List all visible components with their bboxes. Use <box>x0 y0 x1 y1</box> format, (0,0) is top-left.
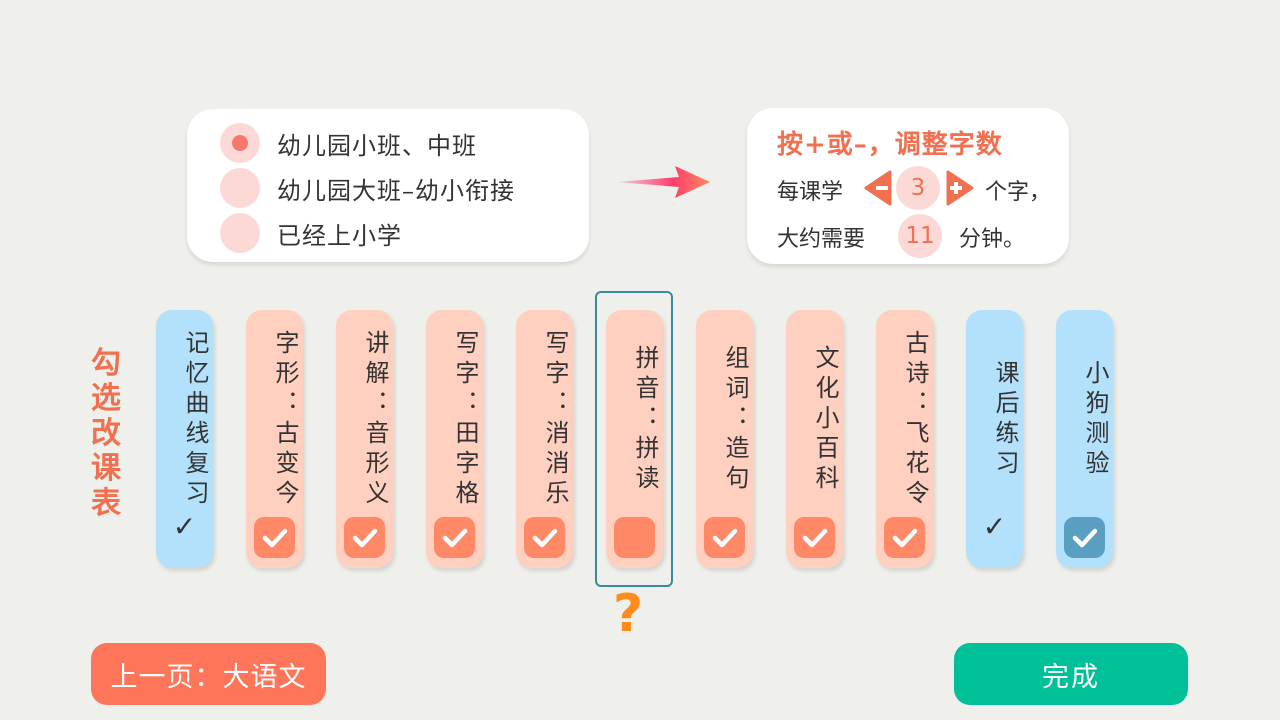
module-6[interactable]: 拼音：拼读 <box>606 310 663 568</box>
module-label: 讲解：音形义 <box>361 330 389 510</box>
module-label: 拼音：拼读 <box>631 345 659 495</box>
word-count-card: 按+或–，调整字数 每课学 3 个字， 大约需要 11 分钟。 <box>747 108 1069 264</box>
time-prefix: 大约需要 <box>777 227 866 252</box>
tick-icon: ✓ <box>172 510 197 543</box>
module-1[interactable]: 记忆曲线复习 ✓ <box>156 310 213 568</box>
time-suffix: 分钟。 <box>959 227 1026 252</box>
checkbox-unchecked[interactable] <box>614 517 655 558</box>
checkbox-checked[interactable] <box>434 517 475 558</box>
customize-schedule-label: 勾选改课表 <box>91 346 121 521</box>
checkbox-checked[interactable] <box>1064 517 1105 558</box>
module-label: 记忆曲线复习 <box>181 330 209 510</box>
module-label: 写字：消消乐 <box>541 330 569 510</box>
module-9[interactable]: 古诗：飞花令 <box>876 310 933 568</box>
level-option-3[interactable]: 已经上小学 <box>220 213 402 253</box>
checkbox-checked[interactable] <box>704 517 745 558</box>
level-label-3: 已经上小学 <box>277 221 402 250</box>
module-11[interactable]: 小狗测验 <box>1056 310 1113 568</box>
level-selection-card: 幼儿园小班、中班 幼儿园大班–幼小衔接 已经上小学 <box>187 109 589 262</box>
tick-icon: ✓ <box>982 510 1007 543</box>
module-10[interactable]: 课后练习 ✓ <box>966 310 1023 568</box>
check-icon <box>532 527 558 549</box>
module-5[interactable]: 写字：消消乐 <box>516 310 573 568</box>
count-prefix: 每课学 <box>777 180 844 205</box>
module-label: 小狗测验 <box>1081 360 1109 480</box>
level-radio-2[interactable] <box>220 168 260 208</box>
count-title: 按+或–，调整字数 <box>777 130 1003 160</box>
module-label: 字形：古变今 <box>271 330 299 510</box>
module-label: 古诗：飞花令 <box>901 330 929 510</box>
module-label: 组词：造句 <box>721 345 749 495</box>
module-7[interactable]: 组词：造句 <box>696 310 753 568</box>
check-icon <box>712 527 738 549</box>
module-3[interactable]: 讲解：音形义 <box>336 310 393 568</box>
level-radio-1[interactable] <box>220 123 260 163</box>
module-label: 写字：田字格 <box>451 330 479 510</box>
module-label: 课后练习 <box>991 360 1019 480</box>
check-icon <box>352 527 378 549</box>
question-mark-icon: ? <box>613 584 644 644</box>
level-label-2: 幼儿园大班–幼小衔接 <box>277 176 515 205</box>
minutes-value: 11 <box>898 214 942 258</box>
module-4[interactable]: 写字：田字格 <box>426 310 483 568</box>
checkbox-checked[interactable] <box>524 517 565 558</box>
increase-icon[interactable] <box>946 170 974 206</box>
check-icon <box>262 527 288 549</box>
count-suffix: 个字， <box>985 180 1052 205</box>
checkbox-checked[interactable] <box>794 517 835 558</box>
level-option-2[interactable]: 幼儿园大班–幼小衔接 <box>220 168 515 208</box>
check-icon <box>892 527 918 549</box>
checkbox-checked[interactable] <box>344 517 385 558</box>
prev-page-button[interactable]: 上一页：大语文 <box>91 643 326 705</box>
done-button[interactable]: 完成 <box>954 643 1188 705</box>
level-option-1[interactable]: 幼儿园小班、中班 <box>220 123 477 163</box>
module-2[interactable]: 字形：古变今 <box>246 310 303 568</box>
check-icon <box>442 527 468 549</box>
level-label-1: 幼儿园小班、中班 <box>277 131 477 160</box>
checkbox-checked[interactable] <box>884 517 925 558</box>
count-value: 3 <box>896 166 940 210</box>
module-8[interactable]: 文化小百科 <box>786 310 843 568</box>
check-icon <box>802 527 828 549</box>
decrease-icon[interactable] <box>864 170 892 206</box>
arrow-right-icon <box>617 166 710 198</box>
checkbox-checked[interactable] <box>254 517 295 558</box>
level-radio-3[interactable] <box>220 213 260 253</box>
module-label: 文化小百科 <box>811 345 839 495</box>
check-icon <box>1072 527 1098 549</box>
